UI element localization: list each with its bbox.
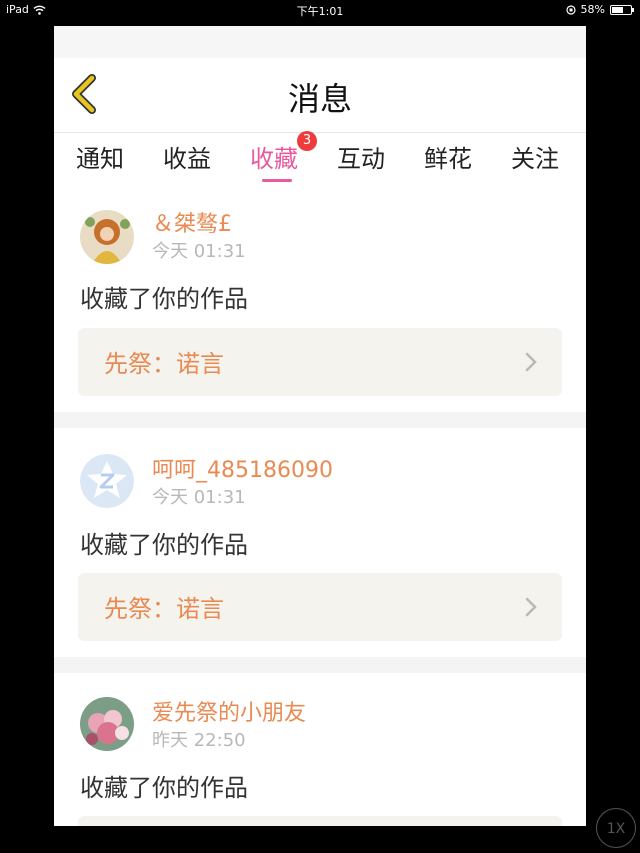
chevron-right-icon xyxy=(525,352,537,372)
orientation-lock-icon xyxy=(565,4,576,15)
message-card: ＆桀骜£ 今天 01:31 收藏了你的作品 先祭：诺言 xyxy=(54,183,586,412)
tab-flowers[interactable]: 鲜花 xyxy=(424,139,472,174)
zoom-button[interactable]: 1X xyxy=(596,808,636,848)
username[interactable]: 爱先祭的小朋友 xyxy=(152,695,306,727)
tab-earnings[interactable]: 收益 xyxy=(163,139,211,174)
tab-notifications[interactable]: 通知 xyxy=(76,139,124,174)
username[interactable]: ＆桀骜£ xyxy=(152,206,232,238)
message-card: 呵呵_485186090 今天 01:31 收藏了你的作品 先祭：诺言 xyxy=(54,428,586,657)
status-bar: iPad 下午1:01 58% xyxy=(0,0,640,20)
tab-interactions[interactable]: 互动 xyxy=(337,139,385,174)
timestamp: 今天 01:31 xyxy=(152,487,246,508)
tab-favorites[interactable]: 收藏 3 xyxy=(250,131,317,182)
app-window: 消息 通知 收益 收藏 3 互动 鲜花 关注 ＆桀骜£ 今天 01:31 收藏了… xyxy=(54,26,586,826)
action-text: 收藏了你的作品 xyxy=(80,531,248,559)
tab-follows[interactable]: 关注 xyxy=(511,139,559,174)
avatar[interactable] xyxy=(80,210,134,264)
work-title: 先祭：诺言 xyxy=(104,350,224,378)
message-card: 爱先祭的小朋友 昨天 22:50 收藏了你的作品 xyxy=(54,673,586,826)
avatar[interactable] xyxy=(80,454,134,508)
header: 消息 xyxy=(54,58,586,132)
page-title: 消息 xyxy=(287,80,352,118)
work-link[interactable]: 先祭：诺言 xyxy=(78,328,562,396)
unread-badge: 3 xyxy=(297,131,317,151)
active-tab-indicator xyxy=(262,179,292,182)
timestamp: 昨天 22:50 xyxy=(152,730,246,751)
work-link[interactable]: 先祭：诺言 xyxy=(78,573,562,641)
action-text: 收藏了你的作品 xyxy=(80,774,248,802)
chevron-right-icon xyxy=(525,597,537,617)
status-time: 下午1:01 xyxy=(296,5,344,18)
work-link[interactable] xyxy=(78,816,562,826)
tab-bar: 通知 收益 收藏 3 互动 鲜花 关注 xyxy=(54,131,586,183)
battery-percent: 58% xyxy=(580,3,605,16)
action-text: 收藏了你的作品 xyxy=(80,285,248,313)
timestamp: 今天 01:31 xyxy=(152,241,246,262)
work-title: 先祭：诺言 xyxy=(104,595,224,623)
username[interactable]: 呵呵_485186090 xyxy=(152,452,333,484)
avatar[interactable] xyxy=(80,697,134,751)
battery-icon xyxy=(610,4,634,15)
